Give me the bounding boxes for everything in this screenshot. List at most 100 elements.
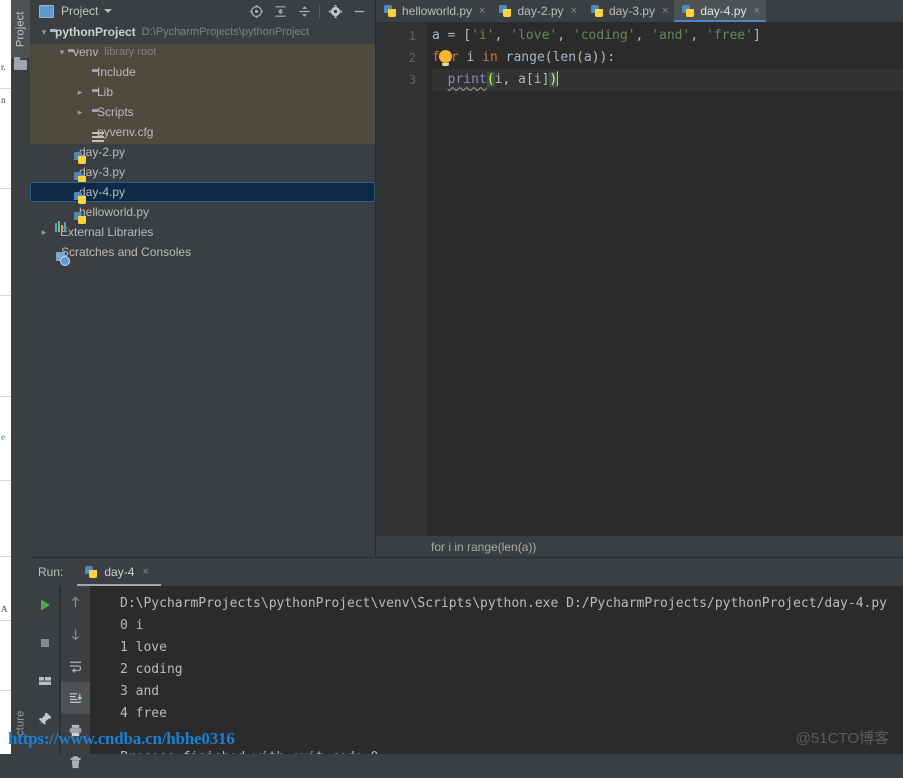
code-editor[interactable]: 1 2 3 a = ['i', 'love', 'coding', 'and',… bbox=[376, 22, 903, 536]
close-icon[interactable]: × bbox=[753, 5, 759, 17]
tree-item-label: helloworld.py bbox=[79, 205, 150, 219]
expand-all-icon[interactable] bbox=[268, 0, 292, 22]
close-icon[interactable]: × bbox=[142, 566, 148, 578]
close-icon[interactable]: × bbox=[662, 5, 668, 17]
editor-tab-label: day-4.py bbox=[700, 4, 747, 18]
tree-item-pythonProject[interactable]: ▾ pythonProject D:\PycharmProjects\pytho… bbox=[30, 22, 375, 42]
code-lines[interactable]: a = ['i', 'love', 'coding', 'and', 'free… bbox=[432, 25, 903, 91]
python-file-icon bbox=[682, 4, 695, 18]
tree-item-day-4-py[interactable]: day-4.py bbox=[30, 182, 375, 204]
breadcrumb-label: for i in range(len(a)) bbox=[431, 540, 537, 554]
arrow-up-icon[interactable] bbox=[61, 586, 90, 618]
line-number: 2 bbox=[408, 51, 416, 65]
python-file-icon bbox=[499, 4, 512, 18]
stop-icon[interactable] bbox=[30, 624, 59, 662]
toolbar-separator bbox=[319, 4, 320, 18]
locate-icon[interactable] bbox=[244, 0, 268, 22]
editor-tab-day-2-py[interactable]: day-2.py × bbox=[491, 0, 582, 22]
editor-tab-label: day-2.py bbox=[517, 4, 564, 18]
lightbulb-icon[interactable] bbox=[438, 50, 452, 66]
project-tree[interactable]: ▾ pythonProject D:\PycharmProjects\pytho… bbox=[30, 22, 375, 558]
python-file-icon bbox=[85, 565, 98, 579]
tree-item-external-libraries[interactable]: ▸ External Libraries bbox=[30, 221, 375, 242]
console-line: 1 love bbox=[120, 640, 167, 655]
chevron-right-icon[interactable]: ▸ bbox=[74, 87, 86, 98]
editor-breadcrumb: for i in range(len(a)) bbox=[376, 536, 903, 558]
project-panel-toolbar bbox=[244, 0, 371, 22]
code-line-1[interactable]: a = ['i', 'love', 'coding', 'and', 'free… bbox=[432, 25, 903, 47]
gutter-divider bbox=[425, 22, 426, 536]
editor-tab-label: helloworld.py bbox=[402, 4, 473, 18]
console-line: D:\PycharmProjects\pythonProject\venv\Sc… bbox=[120, 596, 888, 611]
tree-item-label: Scratches and Consoles bbox=[61, 245, 192, 259]
tree-item-helloworld-py[interactable]: helloworld.py bbox=[30, 202, 375, 224]
line-number-gutter: 1 2 3 bbox=[376, 22, 425, 536]
layout-icon[interactable] bbox=[30, 662, 59, 700]
chevron-down-icon[interactable]: ▾ bbox=[38, 27, 50, 38]
editor-tab-day-3-py[interactable]: day-3.py × bbox=[583, 0, 674, 22]
console-line: 0 i bbox=[120, 618, 144, 633]
run-tool-window: Run: day-4 × D:\PycharmProjects\pythonPr… bbox=[30, 558, 903, 768]
tree-item-day-2-py[interactable]: day-2.py bbox=[30, 142, 375, 164]
code-line-3[interactable]: print(i, a[i]) bbox=[432, 69, 903, 91]
tree-item-label: pythonProject bbox=[55, 25, 136, 39]
project-window-icon bbox=[39, 4, 54, 18]
collapse-all-icon[interactable] bbox=[292, 0, 316, 22]
tree-item-label: Scripts bbox=[97, 105, 134, 119]
python-file-icon bbox=[590, 4, 604, 18]
console-line: 2 coding bbox=[120, 662, 183, 677]
tree-item-venv[interactable]: ▾ venv library root bbox=[30, 42, 375, 62]
editor-area: helloworld.py × day-2.py × day-3.py × da… bbox=[376, 0, 903, 558]
editor-tab-day-4-py[interactable]: day-4.py × bbox=[674, 0, 767, 22]
gear-icon[interactable] bbox=[323, 0, 347, 22]
tree-item-Scripts[interactable]: ▸ Scripts bbox=[30, 102, 375, 122]
console-line: 3 and bbox=[120, 684, 160, 699]
rerun-icon[interactable] bbox=[30, 586, 59, 624]
editor-tab-helloworld-py[interactable]: helloworld.py × bbox=[376, 0, 491, 22]
minimize-icon[interactable] bbox=[347, 0, 371, 22]
tree-item-label: venv bbox=[73, 45, 99, 59]
close-icon[interactable]: × bbox=[571, 5, 577, 17]
tree-item-label: Lib bbox=[97, 85, 114, 99]
tree-item-Lib[interactable]: ▸ Lib bbox=[30, 82, 375, 102]
tool-window-button-project[interactable]: Project bbox=[11, 0, 30, 58]
trash-icon[interactable] bbox=[61, 746, 90, 778]
tree-item-pyvenv-cfg[interactable]: pyvenv.cfg bbox=[30, 122, 375, 142]
editor-tab-bar: helloworld.py × day-2.py × day-3.py × da… bbox=[376, 0, 903, 22]
watermark-url: https://www.cndba.cn/hbhe0316 bbox=[8, 729, 235, 748]
line-number: 3 bbox=[408, 73, 416, 87]
tree-item-scratches-and-consoles[interactable]: Scratches and Consoles bbox=[30, 242, 375, 266]
chevron-right-icon[interactable]: ▸ bbox=[38, 227, 50, 238]
tool-window-stripe: Project cture bbox=[11, 0, 31, 754]
project-folder-icon bbox=[14, 57, 27, 70]
console-line: Process finished with exit code 0 bbox=[120, 747, 903, 754]
tree-item-day-3-py[interactable]: day-3.py bbox=[30, 162, 375, 184]
chevron-down-icon[interactable] bbox=[104, 9, 113, 13]
tree-item-label: External Libraries bbox=[60, 225, 154, 239]
project-panel-header: Project bbox=[30, 0, 375, 22]
run-panel-header: Run: day-4 × bbox=[30, 558, 903, 586]
arrow-down-icon[interactable] bbox=[61, 618, 90, 650]
close-icon[interactable]: × bbox=[479, 5, 485, 17]
tree-item-Include[interactable]: Include bbox=[30, 62, 375, 82]
console-line: 4 free bbox=[120, 706, 167, 721]
background-window-strip: r. n e A bbox=[0, 0, 11, 754]
run-tab-day-4[interactable]: day-4 × bbox=[77, 558, 162, 586]
project-tool-window: Project ▾ pythonProject D:\PycharmProjec… bbox=[30, 0, 376, 558]
tree-item-path: D:\PycharmProjects\pythonProject bbox=[141, 26, 310, 38]
chevron-down-icon[interactable]: ▾ bbox=[56, 47, 68, 58]
run-panel-label: Run: bbox=[38, 565, 64, 579]
tree-item-label: Include bbox=[97, 65, 136, 79]
python-file-icon bbox=[384, 4, 397, 18]
code-line-2[interactable]: fr i in range(len(a)): bbox=[432, 47, 903, 69]
soft-wrap-icon[interactable] bbox=[61, 650, 90, 682]
project-panel-title: Project bbox=[61, 4, 99, 18]
chevron-right-icon[interactable]: ▸ bbox=[74, 107, 86, 118]
watermark-site: @51CTO博客 bbox=[795, 730, 889, 747]
editor-tab-label: day-3.py bbox=[608, 4, 655, 18]
tree-item-label: pyvenv.cfg bbox=[97, 125, 154, 139]
line-number: 1 bbox=[408, 29, 416, 43]
run-tab-label: day-4 bbox=[104, 565, 135, 579]
scroll-to-end-icon[interactable] bbox=[61, 682, 90, 714]
